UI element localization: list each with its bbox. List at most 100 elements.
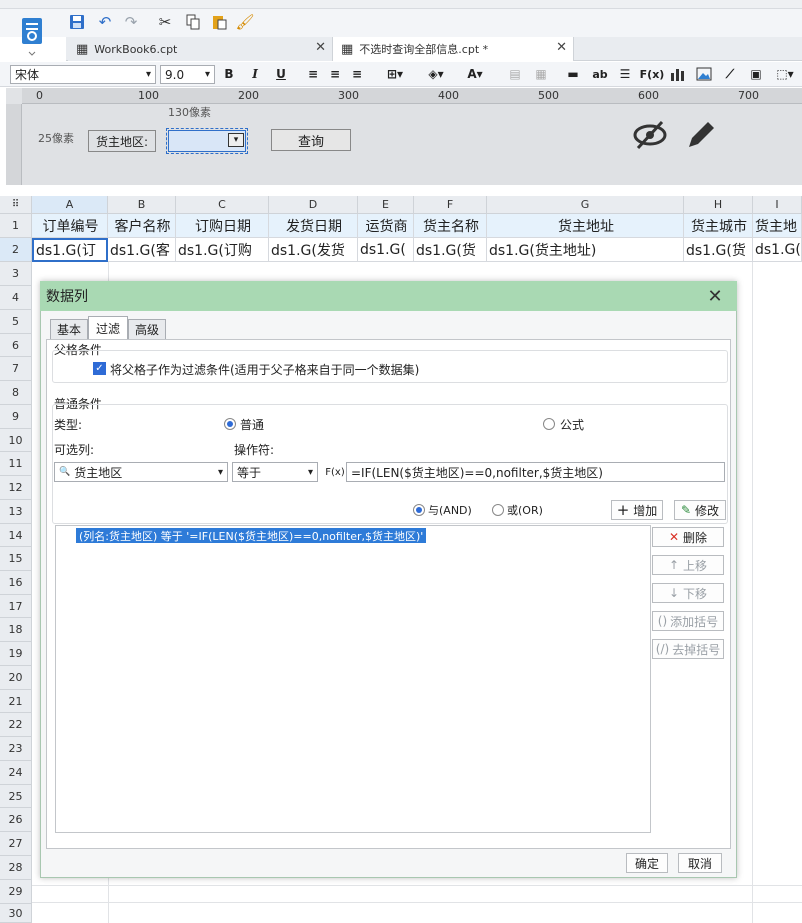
cell-header[interactable]: 发货日期 bbox=[269, 214, 358, 238]
column-header-f[interactable]: F bbox=[414, 196, 487, 214]
cell-data[interactable]: ds1.G(订购 bbox=[176, 238, 269, 262]
underline-icon[interactable]: U bbox=[272, 64, 290, 84]
row-header[interactable]: 12 bbox=[0, 476, 32, 500]
condition-list[interactable] bbox=[55, 525, 651, 833]
close-icon[interactable]: ✕ bbox=[315, 40, 326, 55]
align-center-icon[interactable]: ≡ bbox=[326, 64, 344, 84]
row-header[interactable]: 16 bbox=[0, 571, 32, 595]
cell-data[interactable]: ds1.G(货 bbox=[414, 238, 487, 262]
row-header[interactable]: 4 bbox=[0, 286, 32, 310]
operator-select[interactable]: 等于 ▾ bbox=[232, 462, 318, 482]
column-header-c[interactable]: C bbox=[176, 196, 269, 214]
cell-header[interactable]: 货主地 bbox=[753, 214, 802, 238]
insert-row-icon[interactable]: ▬ bbox=[564, 64, 582, 84]
cell-header[interactable]: 订单编号 bbox=[32, 214, 108, 238]
cell-header[interactable]: 货主名称 bbox=[414, 214, 487, 238]
row-header[interactable]: 30 bbox=[0, 904, 32, 923]
remove-bracket-button[interactable]: (/) 去掉括号 bbox=[652, 639, 724, 659]
edit-pencil-icon[interactable] bbox=[684, 116, 718, 155]
unmerge-icon[interactable]: ▦ bbox=[532, 64, 550, 84]
more-icon[interactable]: ⬚▾ bbox=[772, 64, 798, 84]
row-header[interactable]: 15 bbox=[0, 547, 32, 571]
row-header[interactable]: 1 bbox=[0, 214, 32, 238]
close-icon[interactable]: ✕ bbox=[704, 286, 726, 307]
or-radio[interactable] bbox=[492, 504, 504, 516]
fill-color-icon[interactable]: ◈▾ bbox=[420, 64, 452, 84]
image-icon[interactable] bbox=[694, 64, 714, 84]
column-header-g[interactable]: G bbox=[487, 196, 684, 214]
chart-icon[interactable] bbox=[668, 64, 688, 84]
row-header[interactable]: 11 bbox=[0, 452, 32, 476]
param-label[interactable]: 货主地区: bbox=[88, 130, 156, 152]
row-header[interactable]: 3 bbox=[0, 262, 32, 286]
query-button[interactable]: 查询 bbox=[271, 129, 351, 151]
type-normal-radio[interactable] bbox=[224, 418, 236, 430]
bold-icon[interactable]: B bbox=[220, 64, 238, 84]
column-header-h[interactable]: H bbox=[684, 196, 753, 214]
cell-header[interactable]: 货主地址 bbox=[487, 214, 684, 238]
row-header[interactable]: 5 bbox=[0, 310, 32, 334]
column-header-i[interactable]: I bbox=[753, 196, 802, 214]
row-header[interactable]: 18 bbox=[0, 618, 32, 642]
row-header[interactable]: 14 bbox=[0, 524, 32, 547]
undo-icon[interactable]: ↶ bbox=[94, 12, 116, 32]
cell-data[interactable]: ds1.G(货 bbox=[684, 238, 753, 262]
redo-icon[interactable]: ↷ bbox=[120, 12, 142, 32]
cell-data[interactable]: ds1.G( bbox=[358, 238, 414, 262]
column-header-a[interactable]: A bbox=[32, 196, 108, 214]
row-header[interactable]: 6 bbox=[0, 334, 32, 357]
row-header[interactable]: 23 bbox=[0, 737, 32, 761]
border-icon[interactable]: ⊞▾ bbox=[380, 64, 410, 84]
and-radio[interactable] bbox=[413, 504, 425, 516]
column-select[interactable]: 🔍 货主地区 ▾ bbox=[54, 462, 228, 482]
cell-data[interactable]: ds1.G(订 bbox=[32, 238, 108, 262]
paste-icon[interactable] bbox=[208, 12, 230, 32]
row-header[interactable]: 10 bbox=[0, 429, 32, 452]
cell-data[interactable]: ds1.G(客 bbox=[108, 238, 176, 262]
cell-header[interactable]: 客户名称 bbox=[108, 214, 176, 238]
move-up-button[interactable]: ↑ 上移 bbox=[652, 555, 724, 575]
copy-icon[interactable] bbox=[182, 12, 204, 32]
column-header-b[interactable]: B bbox=[108, 196, 176, 214]
slash-icon[interactable]: ⟋ bbox=[720, 64, 740, 84]
cell-data[interactable]: ds1.G( bbox=[753, 238, 802, 262]
row-header[interactable]: 7 bbox=[0, 357, 32, 381]
font-color-icon[interactable]: A▾ bbox=[458, 64, 492, 84]
tab-basic[interactable]: 基本 bbox=[50, 319, 88, 340]
select-all-corner[interactable]: ⠿ bbox=[0, 196, 32, 214]
formula-icon[interactable]: F(x) bbox=[325, 462, 344, 482]
text-icon[interactable]: ab bbox=[590, 64, 610, 84]
align-right-icon[interactable]: ≡ bbox=[348, 64, 366, 84]
ok-button[interactable]: 确定 bbox=[626, 853, 668, 873]
row-header[interactable]: 8 bbox=[0, 381, 32, 405]
cell-header[interactable]: 货主城市 bbox=[684, 214, 753, 238]
row-header[interactable]: 26 bbox=[0, 808, 32, 832]
row-header[interactable]: 13 bbox=[0, 500, 32, 524]
row-header[interactable]: 19 bbox=[0, 642, 32, 666]
formula-icon[interactable]: F(x) bbox=[640, 64, 665, 84]
font-name-select[interactable]: 宋体 ▾ bbox=[10, 65, 156, 84]
cell-header[interactable]: 运货商 bbox=[358, 214, 414, 238]
italic-icon[interactable]: I bbox=[246, 64, 264, 84]
add-button[interactable]: + 增加 bbox=[611, 500, 663, 520]
row-header[interactable]: 27 bbox=[0, 832, 32, 856]
app-logo-icon[interactable] bbox=[14, 12, 50, 58]
row-header[interactable]: 28 bbox=[0, 856, 32, 880]
align-left-icon[interactable]: ≡ bbox=[304, 64, 322, 84]
row-header[interactable]: 24 bbox=[0, 761, 32, 785]
close-icon[interactable]: ✕ bbox=[556, 40, 567, 55]
row-header[interactable]: 20 bbox=[0, 666, 32, 690]
tab-advanced[interactable]: 高级 bbox=[128, 319, 166, 340]
format-painter-icon[interactable]: 🖌 bbox=[234, 12, 256, 32]
cancel-button[interactable]: 取消 bbox=[678, 853, 722, 873]
tab-current-report[interactable]: ▦ 不选时查询全部信息.cpt * ✕ bbox=[332, 37, 574, 61]
parent-filter-checkbox[interactable]: ✓ bbox=[93, 362, 106, 375]
add-bracket-button[interactable]: () 添加括号 bbox=[652, 611, 724, 631]
delete-button[interactable]: ✕ 删除 bbox=[652, 527, 724, 547]
row-header[interactable]: 17 bbox=[0, 595, 32, 618]
tab-workbook6[interactable]: ▦ WorkBook6.cpt ✕ bbox=[68, 37, 332, 61]
row-header[interactable]: 21 bbox=[0, 690, 32, 713]
condition-item[interactable]: (列名:货主地区) 等于 '=IF(LEN($货主地区)==0,nofilter… bbox=[76, 528, 427, 543]
type-formula-radio[interactable] bbox=[543, 418, 555, 430]
row-header[interactable]: 9 bbox=[0, 405, 32, 429]
